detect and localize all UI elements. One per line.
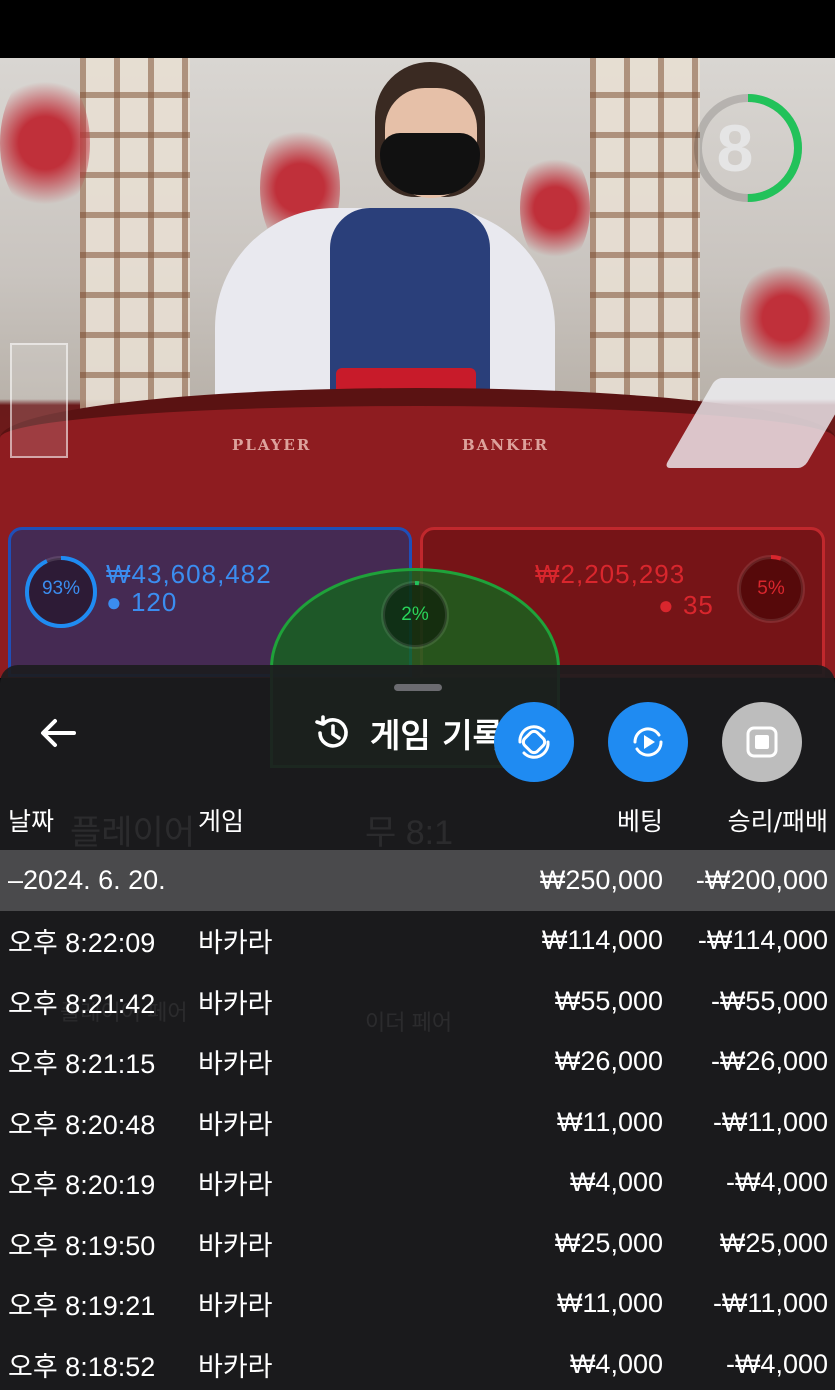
person-icon: ● <box>106 587 123 617</box>
banker-felt-label: BANKER <box>462 436 549 454</box>
player-felt-label: PLAYER <box>232 436 312 454</box>
stop-button[interactable] <box>722 702 802 782</box>
row-bet: ₩4,000 <box>569 1167 663 1198</box>
banker-percent: 5% <box>757 578 785 599</box>
row-time: 오후 8:22:09 <box>8 928 156 959</box>
row-game: 바카라 <box>198 1109 273 1140</box>
game-history-sheet: 플레이어 무 8:1 퍼펙트 페어 플레이어 페어 이더 페어 게임 기록 <box>0 665 835 1390</box>
table-row[interactable]: 오후 8:21:15 바카라 ₩26,000 -₩26,000 <box>0 1032 835 1093</box>
swap-view-icon <box>518 725 550 759</box>
row-result: -₩11,000 <box>712 1288 828 1319</box>
player-bettor-count: ● 120 <box>106 587 178 617</box>
table-row[interactable]: 오후 8:18:52 바카라 ₩4,000 -₩4,000 <box>0 1334 835 1390</box>
replay-button[interactable] <box>608 702 688 782</box>
banker-bet-amount: ₩2,205,293 <box>535 559 686 589</box>
row-bet: ₩11,000 <box>556 1288 663 1319</box>
date-summary-row[interactable]: –2024. 6. 20. ₩250,000 -₩200,000 <box>0 850 835 911</box>
row-result: -₩55,000 <box>710 985 828 1016</box>
table-header: 날짜 게임 베팅 승리/패배 <box>0 790 835 850</box>
back-button[interactable] <box>30 710 86 756</box>
row-result: -₩114,000 <box>697 925 828 956</box>
row-time: 오후 8:19:21 <box>8 1291 156 1322</box>
row-game: 바카라 <box>198 1049 273 1080</box>
person-icon: ● <box>658 590 675 620</box>
row-game: 바카라 <box>198 1291 273 1322</box>
row-game: 바카라 <box>198 928 273 959</box>
table-row[interactable]: 오후 8:20:48 바카라 ₩11,000 -₩11,000 <box>0 1092 835 1153</box>
table-row[interactable]: 오후 8:22:09 바카라 ₩114,000 -₩114,000 <box>0 911 835 972</box>
column-bet: 베팅 <box>616 807 663 836</box>
row-result: -₩4,000 <box>725 1167 828 1198</box>
title-label: 게임 기록 <box>370 716 503 755</box>
stop-icon <box>746 726 778 758</box>
row-result: -₩11,000 <box>712 1106 828 1137</box>
replay-icon <box>633 727 663 757</box>
table-row[interactable]: 오후 8:21:42 바카라 ₩55,000 -₩55,000 <box>0 971 835 1032</box>
row-bet: ₩55,000 <box>554 985 663 1016</box>
row-result: -₩26,000 <box>710 1046 828 1077</box>
row-time: 오후 8:21:42 <box>8 988 156 1019</box>
banker-bettor-count: ● 35 <box>658 590 714 620</box>
summary-date: –2024. 6. 20. <box>8 864 166 895</box>
sheet-drag-handle[interactable] <box>394 684 442 691</box>
row-time: 오후 8:20:48 <box>8 1109 156 1140</box>
row-game: 바카라 <box>198 1351 273 1382</box>
blossom-decor <box>520 148 590 268</box>
history-icon <box>315 715 348 748</box>
row-result: -₩4,000 <box>725 1348 828 1379</box>
countdown-number: 8 <box>716 111 754 185</box>
row-time: 오후 8:18:52 <box>8 1351 156 1382</box>
row-time: 오후 8:19:50 <box>8 1230 156 1261</box>
blossom-decor <box>740 258 830 378</box>
column-date: 날짜 <box>8 807 55 836</box>
tie-percent: 2% <box>401 604 429 625</box>
row-bet: ₩11,000 <box>556 1106 663 1137</box>
column-game: 게임 <box>198 807 245 836</box>
swap-view-button[interactable] <box>494 702 574 782</box>
row-bet: ₩4,000 <box>569 1348 663 1379</box>
table-row[interactable]: 오후 8:20:19 바카라 ₩4,000 -₩4,000 <box>0 1153 835 1214</box>
arrow-left-icon <box>41 719 76 747</box>
row-bet: ₩114,000 <box>541 925 663 956</box>
sheet-title: 게임 기록 <box>312 709 503 757</box>
history-table: 날짜 게임 베팅 승리/패배 –2024. 6. 20. ₩250,000 -₩… <box>0 790 835 1390</box>
column-result: 승리/패배 <box>727 807 828 836</box>
lattice-screen-left <box>80 58 190 418</box>
blossom-decor <box>0 68 90 218</box>
card-shoe <box>10 343 68 458</box>
row-game: 바카라 <box>198 1230 273 1261</box>
row-game: 바카라 <box>198 1170 273 1201</box>
row-bet: ₩25,000 <box>554 1227 663 1258</box>
player-bet-amount: ₩43,608,482 <box>106 559 272 589</box>
summary-result: -₩200,000 <box>695 864 828 895</box>
lattice-screen-right <box>590 58 700 418</box>
row-game: 바카라 <box>198 988 273 1019</box>
player-percent: 93% <box>41 578 81 599</box>
dealer-mask <box>380 133 480 195</box>
row-bet: ₩26,000 <box>554 1046 663 1077</box>
table-row[interactable]: 오후 8:19:21 바카라 ₩11,000 -₩11,000 <box>0 1274 835 1335</box>
table-row[interactable]: 오후 8:19:50 바카라 ₩25,000 ₩25,000 <box>0 1213 835 1274</box>
summary-bet: ₩250,000 <box>539 864 663 895</box>
row-time: 오후 8:21:15 <box>8 1049 156 1080</box>
row-result: ₩25,000 <box>719 1227 828 1258</box>
status-bar <box>0 0 835 58</box>
row-time: 오후 8:20:19 <box>8 1170 156 1201</box>
